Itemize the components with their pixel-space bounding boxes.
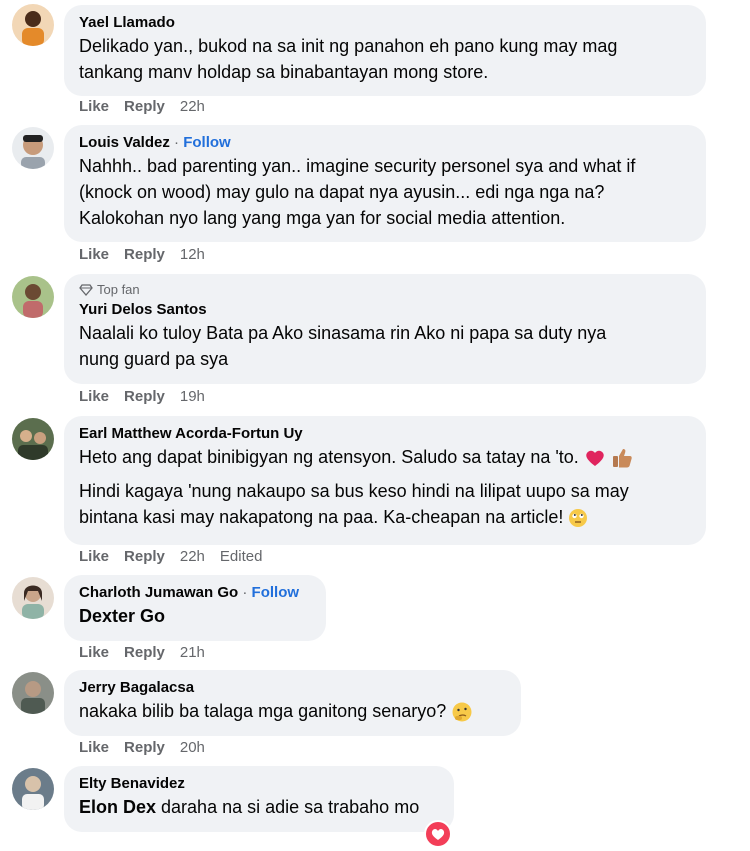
heart-reaction-icon[interactable] [424, 820, 452, 848]
red-heart-emoji-icon [586, 451, 604, 467]
reply-button[interactable]: Reply [124, 387, 165, 407]
like-button[interactable]: Like [79, 245, 109, 265]
comment-text: nung guard pa sya [79, 349, 229, 369]
mention-tag[interactable]: Dexter Go [79, 603, 312, 629]
comment-bubble: Louis Valdez · Follow Nahhh.. bad parent… [64, 125, 706, 242]
timestamp[interactable]: 19h [180, 387, 205, 407]
avatar[interactable] [12, 418, 54, 460]
commenter-header: Louis Valdez · Follow [79, 133, 692, 153]
comment-bubble: Charloth Jumawan Go · Follow Dexter Go [64, 575, 326, 641]
comment-bubble: Jerry Bagalacsa nakaka bilib ba talaga m… [64, 670, 521, 736]
like-button[interactable]: Like [79, 738, 109, 758]
avatar[interactable] [12, 4, 54, 46]
comment-text: Nahhh.. bad parenting yan.. imagine secu… [79, 156, 636, 176]
commenter-name[interactable]: Louis Valdez [79, 134, 170, 151]
timestamp[interactable]: 20h [180, 738, 205, 758]
reply-button[interactable]: Reply [124, 738, 165, 758]
commenter-name[interactable]: Charloth Jumawan Go [79, 584, 238, 601]
like-button[interactable]: Like [79, 387, 109, 407]
comment-text: tankang manv holdap sa binabantayan mong… [79, 62, 489, 82]
timestamp[interactable]: 21h [180, 643, 205, 663]
comment-text: nakaka bilib ba talaga mga ganitong sena… [79, 698, 507, 724]
like-button[interactable]: Like [79, 97, 109, 117]
avatar[interactable] [12, 672, 54, 714]
comment-text: Elon Dex daraha na si adie sa trabaho mo [79, 794, 440, 820]
comment-bubble: Yael Llamado Delikado yan., bukod na sa … [64, 5, 706, 96]
edited-label: Edited [219, 548, 263, 565]
comment-text-line: bintana kasi may nakapatong na paa. Ka-c… [79, 507, 564, 527]
comment-actions: Like Reply 22h [79, 97, 220, 117]
comment-text: (knock on wood) may gulo na dapat nya ay… [79, 182, 605, 202]
comment-actions: Like Reply 22h Edited [79, 547, 277, 567]
comment-actions: Like Reply 12h [79, 245, 220, 265]
reply-button[interactable]: Reply [124, 643, 165, 663]
commenter-name[interactable]: Jerry Bagalacsa [79, 678, 507, 698]
reply-button[interactable]: Reply [124, 245, 165, 265]
reply-button[interactable]: Reply [124, 97, 165, 117]
badge-label: Top fan [97, 282, 140, 297]
comment-text: bintana kasi may nakapatong na paa. Ka-c… [79, 504, 692, 530]
commenter-name[interactable]: Yael Llamado [79, 13, 692, 33]
comment-actions: Like Reply 19h [79, 387, 220, 407]
top-fan-badge: Top fan [79, 282, 692, 298]
avatar[interactable] [12, 127, 54, 169]
follow-button[interactable]: Follow [183, 134, 231, 151]
comment-text-line: Heto ang dapat binibigyan ng atensyon. S… [79, 447, 579, 467]
timestamp[interactable]: 22h [180, 547, 205, 567]
comment-actions: Like Reply 20h [79, 738, 220, 758]
like-button[interactable]: Like [79, 547, 109, 567]
comment-text: Naalali ko tuloy Bata pa Ako sinasama ri… [79, 323, 607, 343]
timestamp[interactable]: 22h [180, 97, 205, 117]
rolling-eyes-emoji-icon [569, 509, 588, 528]
commenter-header: Charloth Jumawan Go · Follow [79, 583, 312, 603]
comment-actions: Like Reply 21h [79, 643, 220, 663]
commenter-name[interactable]: Earl Matthew Acorda-Fortun Uy [79, 424, 692, 444]
avatar[interactable] [12, 276, 54, 318]
avatar[interactable] [12, 768, 54, 810]
follow-button[interactable]: Follow [252, 584, 300, 601]
thinking-face-emoji-icon [452, 702, 472, 722]
commenter-name[interactable]: Elty Benavidez [79, 774, 440, 794]
commenter-name[interactable]: Yuri Delos Santos [79, 300, 692, 320]
comment-text: Delikado yan., bukod na sa init ng panah… [79, 36, 618, 56]
comment-text-line: daraha na si adie sa trabaho mo [156, 797, 420, 817]
comment-text: Heto ang dapat binibigyan ng atensyon. S… [79, 444, 692, 470]
comment-text: Kalokohan nyo lang yang mga yan for soci… [79, 208, 566, 228]
separator-dot: · [238, 584, 252, 601]
mention-tag[interactable]: Elon Dex [79, 797, 156, 817]
comment-text: Hindi kagaya 'nung nakaupo sa bus keso h… [79, 481, 629, 501]
like-button[interactable]: Like [79, 643, 109, 663]
comment-bubble: Earl Matthew Acorda-Fortun Uy Heto ang d… [64, 416, 706, 545]
diamond-icon [79, 284, 93, 296]
timestamp[interactable]: 12h [180, 245, 205, 265]
comment-bubble: Elty Benavidez Elon Dex daraha na si adi… [64, 766, 454, 832]
thumbs-up-emoji-icon [612, 449, 632, 468]
comment-text-line: nakaka bilib ba talaga mga ganitong sena… [79, 701, 447, 721]
reply-button[interactable]: Reply [124, 547, 165, 567]
comment-bubble: Top fan Yuri Delos Santos Naalali ko tul… [64, 274, 706, 384]
avatar[interactable] [12, 577, 54, 619]
separator-dot: · [169, 134, 184, 151]
